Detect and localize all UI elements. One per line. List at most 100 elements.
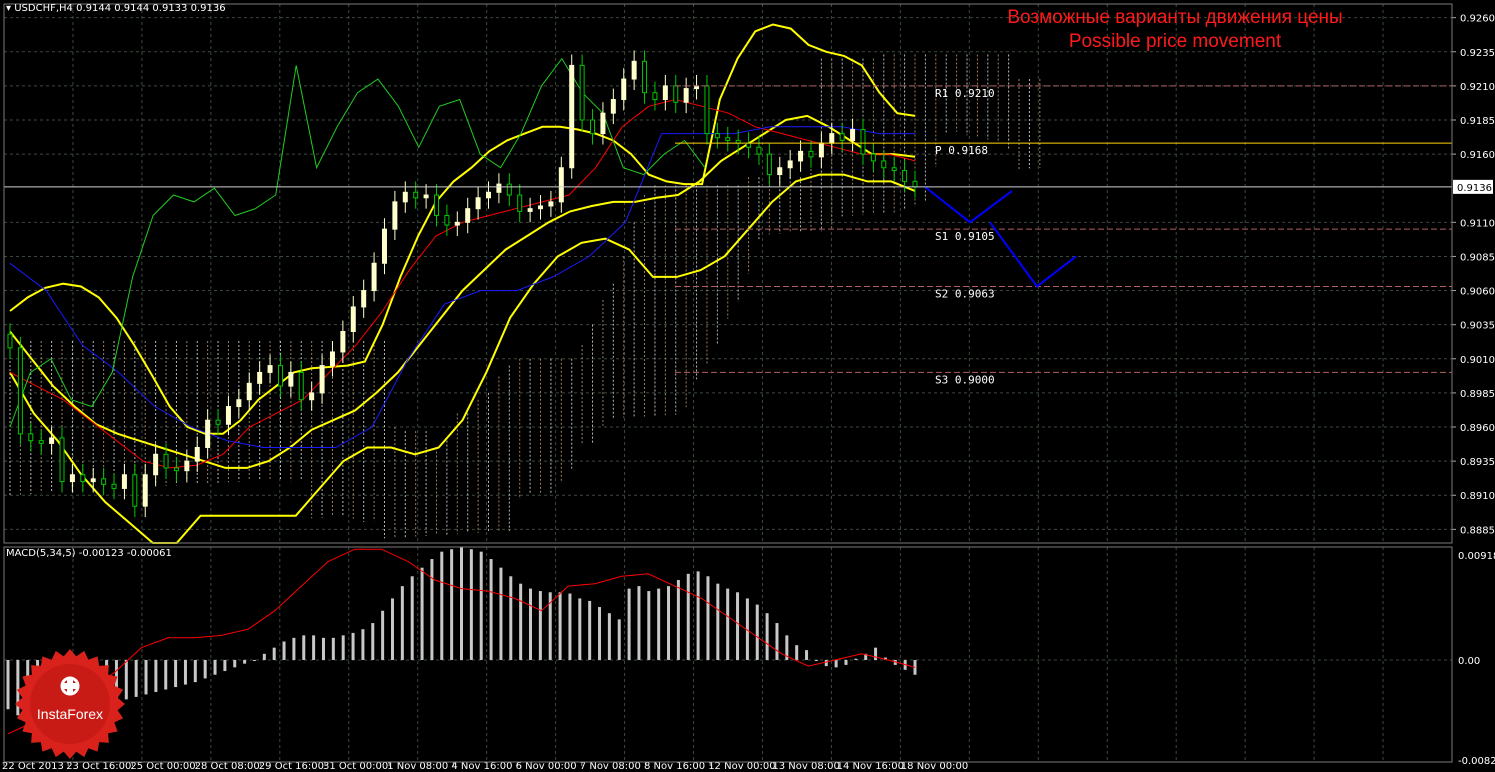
macd-bar — [736, 592, 740, 660]
macd-bar — [193, 659, 197, 683]
macd-bar — [755, 604, 759, 660]
candle-body — [746, 142, 752, 148]
macd-bar — [568, 593, 572, 660]
candle-body — [298, 371, 304, 401]
macd-bar — [607, 613, 611, 660]
price-tick-label: 0.9110 — [1460, 218, 1495, 229]
logo-badge-icon — [15, 649, 125, 759]
price-tick-label: 0.9235 — [1460, 48, 1495, 59]
macd-bar — [341, 635, 345, 660]
macd-bar — [489, 559, 493, 660]
candle-body — [475, 197, 481, 210]
price-tick-label: 0.9260 — [1460, 14, 1495, 25]
macd-bar — [410, 576, 414, 660]
candle-body — [163, 453, 169, 469]
macd-tick-label: 0.00 — [1458, 656, 1480, 667]
candle-body — [870, 153, 876, 162]
macd-bar — [174, 659, 178, 688]
candle-body — [538, 205, 544, 210]
candle-body — [101, 478, 107, 485]
candle-body — [121, 474, 127, 489]
price-axis: 0.9260 0.9235 0.9210 0.9185 0.9160 0.9136 0.91… — [4, 14, 1495, 536]
candle-body — [111, 483, 117, 489]
chart-canvas: R1 0.9210 P 0.9168 S1 0.9105 S2 0.9063 S3 0.… — [2, 3, 1495, 772]
macd-bar — [203, 659, 207, 679]
candle-body — [714, 133, 720, 139]
forecast-path-1 — [924, 186, 1013, 224]
macd-histogram — [6, 546, 917, 735]
macd-bar — [134, 659, 138, 697]
price-tick-label: 0.9210 — [1460, 82, 1495, 93]
candle-body — [80, 474, 86, 483]
time-tick-label: 31 Oct 00:00 — [323, 761, 388, 772]
candle-body — [818, 142, 824, 158]
candle-body — [465, 208, 471, 223]
time-tick-label: 13 Nov 08:00 — [772, 761, 839, 772]
candle-body — [329, 351, 335, 367]
macd-bar — [6, 659, 10, 710]
annotation-ru: Возможные варианты движения цены — [1007, 7, 1343, 28]
macd-bar — [598, 607, 602, 660]
macd-bar — [361, 629, 365, 660]
macd-bar — [233, 659, 237, 668]
macd-label: MACD(5,34,5) -0.00123 -0.00061 — [6, 548, 172, 559]
price-tick-label: 0.9185 — [1460, 116, 1495, 127]
macd-bar — [321, 637, 325, 660]
candle-body — [381, 228, 387, 264]
macd-bar — [440, 551, 444, 660]
macd-bar — [676, 579, 680, 660]
macd-bar — [716, 583, 720, 660]
time-tick-label: 25 Oct 00:00 — [130, 761, 195, 772]
candle-body — [194, 446, 200, 462]
macd-bar — [460, 546, 463, 660]
candle-body — [215, 419, 221, 425]
candle-body — [28, 433, 34, 442]
macd-axis: 0.00918 0.00 -0.00829 — [1458, 551, 1495, 767]
candle-body — [569, 64, 575, 169]
macd-bar — [312, 635, 316, 660]
macd-bar — [430, 559, 434, 660]
time-tick-label: 28 Oct 08:00 — [195, 761, 260, 772]
candle-body — [506, 183, 512, 196]
level-label: P 0.9168 — [935, 144, 988, 157]
macd-bar — [164, 659, 168, 690]
candle-body — [808, 150, 814, 158]
annotation-en: Possible price movement — [1068, 31, 1282, 52]
macd-bar — [795, 645, 799, 660]
candle-body — [277, 365, 283, 387]
macd-tick-label: -0.00829 — [1458, 756, 1495, 767]
candle-body — [590, 119, 596, 135]
candle-body — [839, 133, 845, 141]
macd-bar — [696, 571, 700, 660]
macd-bar — [223, 659, 227, 672]
candle-body — [756, 146, 762, 155]
macd-bar — [529, 588, 533, 660]
pivot-levels: R1 0.9210 P 0.9168 S1 0.9105 S2 0.9063 S3 0.… — [675, 85, 1452, 386]
macd-bar — [805, 650, 809, 660]
candle-body — [829, 133, 835, 144]
candle-body — [49, 437, 55, 444]
candle-body — [319, 365, 325, 394]
level-label: S3 0.9000 — [935, 373, 995, 386]
macd-bar — [657, 588, 661, 660]
candle-body — [631, 60, 637, 80]
macd-bar — [775, 623, 779, 660]
macd-bar — [637, 586, 641, 660]
macd-bar — [578, 598, 582, 660]
instaforex-logo: InstaForex — [14, 648, 126, 760]
candle-body — [850, 129, 856, 141]
candle-body — [173, 467, 179, 472]
macd-bar — [499, 567, 503, 660]
time-tick-label: 6 Nov 00:00 — [516, 761, 577, 772]
price-tick-label: 0.8885 — [1460, 525, 1495, 536]
macd-bar — [509, 576, 513, 660]
macd-bar — [706, 576, 710, 660]
candle-body — [704, 85, 710, 135]
candle-body — [902, 169, 908, 182]
macd-bar — [538, 591, 542, 660]
macd-bar — [390, 598, 394, 660]
collapse-arrow-icon[interactable]: ▾ — [6, 3, 11, 14]
candle-body — [777, 167, 783, 176]
time-tick-label: 7 Nov 08:00 — [580, 761, 641, 772]
candle-body — [225, 406, 231, 425]
